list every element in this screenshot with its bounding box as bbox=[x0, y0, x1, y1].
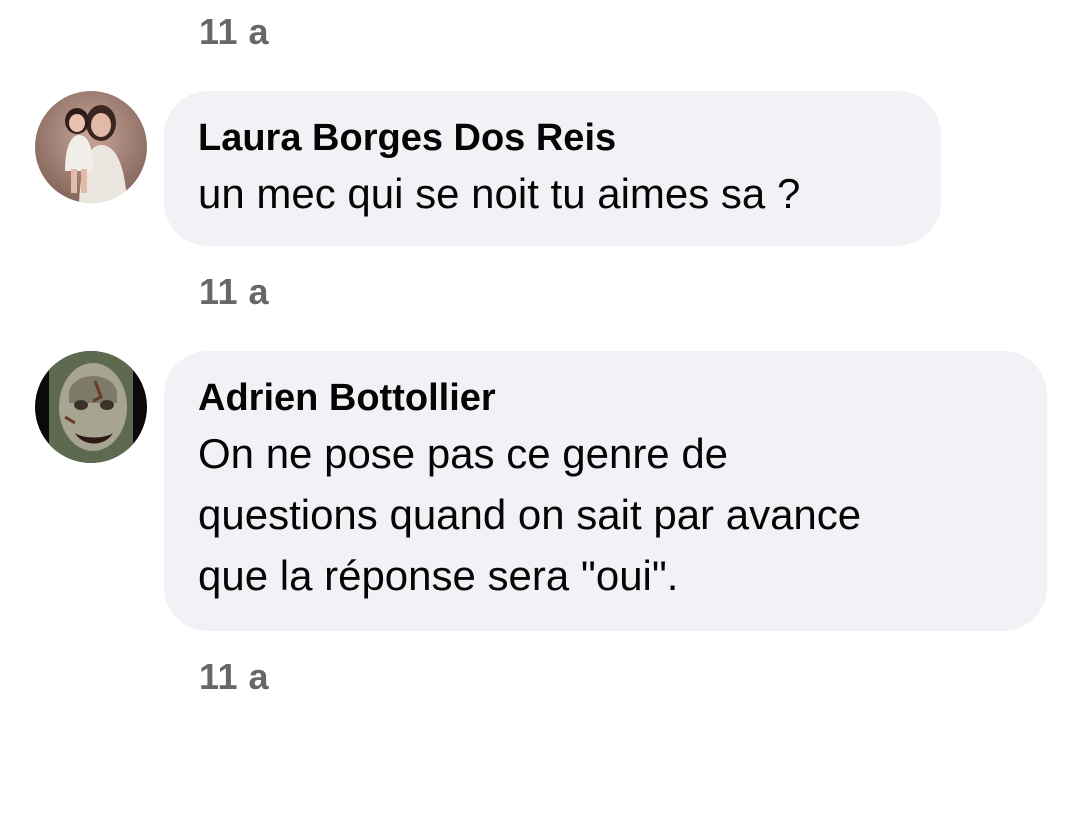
comment-bubble: Adrien Bottollier On ne pose pas ce genr… bbox=[164, 351, 1047, 631]
comment-author[interactable]: Adrien Bottollier bbox=[198, 373, 1013, 423]
comment-text-line: que la réponse sera "oui". bbox=[198, 552, 679, 599]
comment-text-line: On ne pose pas ce genre de bbox=[198, 430, 729, 477]
comment-author[interactable]: Laura Borges Dos Reis bbox=[198, 113, 907, 163]
comment-text: On ne pose pas ce genre de questions qua… bbox=[198, 423, 1013, 606]
avatar[interactable] bbox=[35, 351, 147, 463]
comment-timestamp[interactable]: 11 a bbox=[199, 274, 269, 310]
avatar[interactable] bbox=[35, 91, 147, 203]
avatar-photo-icon bbox=[35, 351, 147, 463]
comment-timestamp[interactable]: 11 a bbox=[199, 14, 269, 50]
comment-text: un mec qui se noit tu aimes sa ? bbox=[198, 170, 801, 217]
comment-timestamp[interactable]: 11 a bbox=[199, 659, 269, 695]
comment-bubble: Laura Borges Dos Reis un mec qui se noit… bbox=[164, 91, 941, 246]
comment-text-line: questions quand on sait par avance bbox=[198, 491, 862, 538]
avatar-photo-icon bbox=[35, 91, 147, 203]
